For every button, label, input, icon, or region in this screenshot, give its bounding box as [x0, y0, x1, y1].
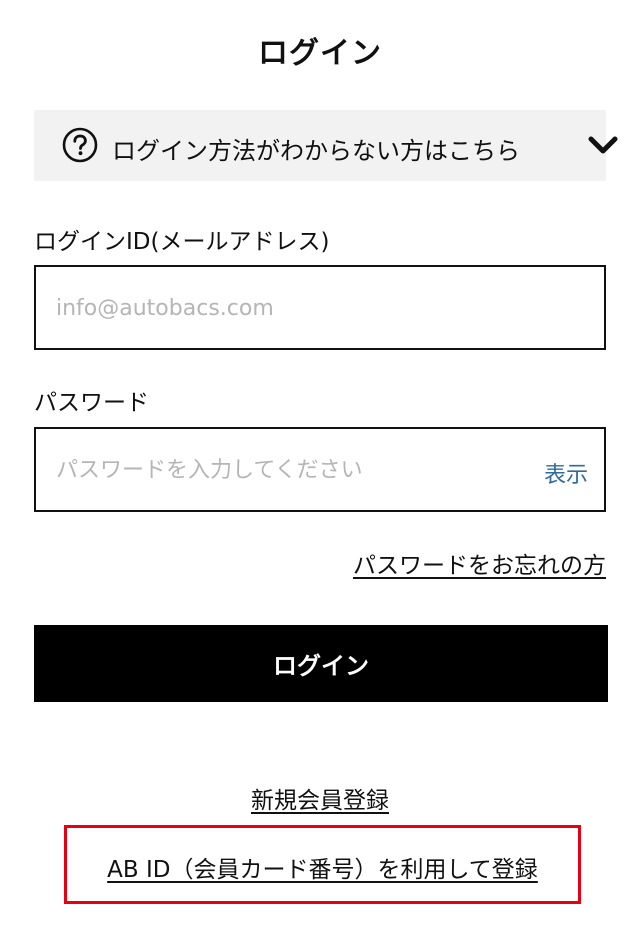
- login-button[interactable]: ログイン: [34, 625, 608, 702]
- login-page: ログイン ログイン方法がわからない方はこちら ログインID(メールアドレス) パ…: [0, 0, 640, 950]
- abid-highlight-box: AB ID（会員カード番号）を利用して登録: [64, 825, 581, 904]
- login-id-input[interactable]: [56, 289, 516, 327]
- register-link-wrap: 新規会員登録: [0, 781, 640, 815]
- question-circle-icon: [62, 127, 98, 163]
- abid-register-link[interactable]: AB ID（会員カード番号）を利用して登録: [107, 857, 538, 883]
- abid-link-wrap: AB ID（会員カード番号）を利用して登録: [67, 850, 578, 884]
- password-input[interactable]: [56, 451, 516, 489]
- login-id-label: ログインID(メールアドレス): [34, 229, 330, 255]
- register-link[interactable]: 新規会員登録: [251, 788, 389, 814]
- login-help-accordion[interactable]: ログイン方法がわからない方はこちら: [34, 110, 618, 181]
- page-title: ログイン: [258, 36, 382, 71]
- chevron-down-icon[interactable]: [586, 132, 620, 158]
- password-label: パスワード: [34, 390, 149, 416]
- forgot-password-link[interactable]: パスワードをお忘れの方: [353, 546, 606, 580]
- login-help-label: ログイン方法がわからない方はこちら: [112, 137, 520, 165]
- password-field-box: 表示: [34, 427, 606, 512]
- show-password-toggle[interactable]: 表示: [544, 457, 588, 489]
- login-id-field-box: [34, 265, 606, 350]
